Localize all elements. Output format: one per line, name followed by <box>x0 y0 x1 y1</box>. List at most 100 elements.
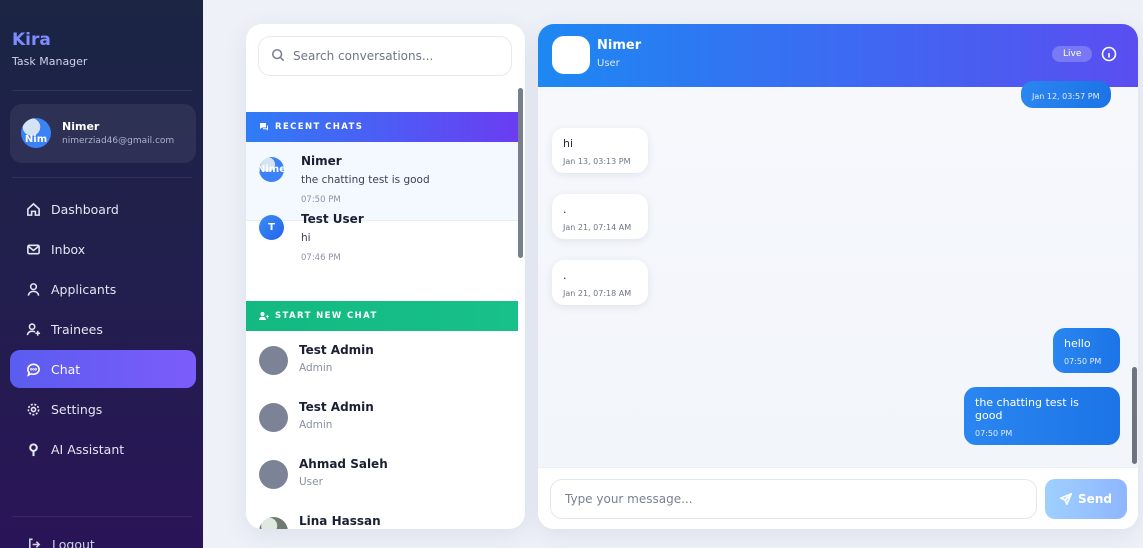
chat-partner-name: Nimer <box>597 38 642 53</box>
divider <box>12 516 192 517</box>
home-icon <box>25 201 41 217</box>
message-incoming: . Jan 21, 07:14 AM <box>552 194 648 239</box>
sidebar-item-settings[interactable]: Settings <box>10 390 196 428</box>
chats-icon <box>260 123 268 131</box>
logout-button[interactable]: Logout <box>26 536 95 548</box>
chat-panel: Nimer User Live Jan 12, 03:57 PM hi Jan … <box>538 24 1138 529</box>
chat-partner-role: User <box>597 58 620 69</box>
status-badge: Live <box>1052 46 1093 62</box>
message-list: Jan 12, 03:57 PM hi Jan 13, 03:13 PM . J… <box>538 81 1138 467</box>
user-name: Lina Hassan <box>299 514 381 528</box>
user-name: Test Admin <box>299 343 374 357</box>
logout-label: Logout <box>52 536 95 548</box>
brand-subtitle: Task Manager <box>12 55 88 68</box>
message-incoming: hi Jan 13, 03:13 PM <box>552 128 648 173</box>
user-role: User <box>299 476 323 488</box>
user-item[interactable]: Ahmad Saleh User <box>246 445 518 501</box>
search-input[interactable] <box>293 49 493 63</box>
section-title: RECENT CHATS <box>275 122 364 132</box>
sidebar-item-inbox[interactable]: Inbox <box>10 230 196 268</box>
sidebar-item-label: Dashboard <box>51 201 119 217</box>
user-item[interactable]: Test Admin Admin <box>246 388 518 444</box>
scrollbar[interactable] <box>1132 367 1137 464</box>
brand: Kira Task Manager <box>12 30 87 68</box>
send-label: Send <box>1078 492 1112 506</box>
avatar <box>259 460 288 489</box>
message-composer: Send <box>538 467 1138 529</box>
conversation-preview: hi <box>301 232 311 244</box>
avatar <box>259 346 288 375</box>
message-outgoing: Jan 12, 03:57 PM <box>1021 81 1111 108</box>
message-input[interactable] <box>550 479 1037 519</box>
user-name: Ahmad Saleh <box>299 457 388 471</box>
chat-header: Nimer User Live <box>538 24 1138 87</box>
user-name: Test Admin <box>299 400 374 414</box>
message-text: the chatting test is good <box>975 396 1079 422</box>
sidebar-item-label: Settings <box>51 401 103 417</box>
sidebar-item-label: AI Assistant <box>51 441 125 457</box>
sidebar-item-ai-assistant[interactable]: AI Assistant <box>10 430 196 468</box>
profile-card[interactable]: Nim Nimer nimerziad46@gmail.com <box>10 104 196 163</box>
message-incoming: . Jan 21, 07:18 AM <box>552 260 648 305</box>
conversation-item-test-user[interactable]: T Test User hi 07:46 PM <box>246 200 518 279</box>
divider <box>12 177 192 178</box>
sidebar-item-label: Inbox <box>51 241 86 257</box>
message-outgoing: the chatting test is good 07:50 PM <box>964 387 1120 445</box>
user-plus-icon <box>25 321 41 337</box>
avatar: T <box>259 215 284 240</box>
sidebar-item-chat[interactable]: Chat <box>10 350 196 388</box>
user-plus-icon <box>259 312 269 320</box>
sidebar: Kira Task Manager Nim Nimer nimerziad46@… <box>0 0 203 548</box>
send-icon <box>1060 493 1073 505</box>
message-text: hello <box>1064 337 1091 350</box>
scrollbar[interactable] <box>518 88 523 258</box>
sidebar-item-trainees[interactable]: Trainees <box>10 310 196 348</box>
message-text: hi <box>563 137 574 150</box>
pin-icon <box>25 441 41 457</box>
avatar: Nime <box>259 157 284 182</box>
user-item[interactable]: Lina Hassan User <box>246 502 518 529</box>
brand-name: Kira <box>12 30 51 50</box>
start-new-chat-header: START NEW CHAT <box>246 301 518 331</box>
profile-email: nimerziad46@gmail.com <box>62 136 175 146</box>
avatar <box>259 403 288 432</box>
recent-chats-header: RECENT CHATS <box>246 112 518 142</box>
gear-icon <box>25 401 41 417</box>
message-time: Jan 21, 07:14 AM <box>563 223 632 232</box>
user-role: Admin <box>299 362 333 374</box>
message-outgoing: hello 07:50 PM <box>1053 328 1120 373</box>
message-text: . <box>563 269 567 282</box>
sidebar-nav: Dashboard Inbox Applicants Trainees Chat… <box>10 190 196 470</box>
avatar <box>552 36 590 74</box>
user-role: Admin <box>299 419 333 431</box>
conversation-preview: the chatting test is good <box>301 174 430 186</box>
mail-icon <box>25 241 41 257</box>
conversation-name: Test User <box>301 212 364 226</box>
message-time: Jan 12, 03:57 PM <box>1032 92 1100 101</box>
user-icon <box>25 281 41 297</box>
message-time: 07:50 PM <box>975 429 1013 438</box>
user-item[interactable]: Test Admin Admin <box>246 331 518 387</box>
sidebar-item-dashboard[interactable]: Dashboard <box>10 190 196 228</box>
logout-icon <box>26 536 42 548</box>
info-icon[interactable] <box>1101 46 1117 62</box>
conversation-time: 07:46 PM <box>301 253 341 263</box>
sidebar-item-label: Chat <box>51 361 81 377</box>
conversations-panel: RECENT CHATS Nime Nimer the chatting tes… <box>246 24 525 529</box>
sidebar-item-label: Trainees <box>51 321 103 337</box>
message-time: Jan 21, 07:18 AM <box>563 289 632 298</box>
section-title: START NEW CHAT <box>275 311 378 321</box>
conversation-name: Nimer <box>301 154 342 168</box>
message-time: 07:50 PM <box>1064 357 1102 366</box>
chat-bubble-icon <box>25 361 41 377</box>
divider <box>12 90 192 91</box>
search-box[interactable] <box>258 36 512 76</box>
sidebar-item-applicants[interactable]: Applicants <box>10 270 196 308</box>
profile-name: Nimer <box>62 120 100 133</box>
sidebar-item-label: Applicants <box>51 281 117 297</box>
search-icon <box>271 47 293 66</box>
message-text: . <box>563 203 567 216</box>
send-button[interactable]: Send <box>1045 479 1127 519</box>
avatar <box>259 517 288 529</box>
avatar: Nim <box>21 118 51 148</box>
